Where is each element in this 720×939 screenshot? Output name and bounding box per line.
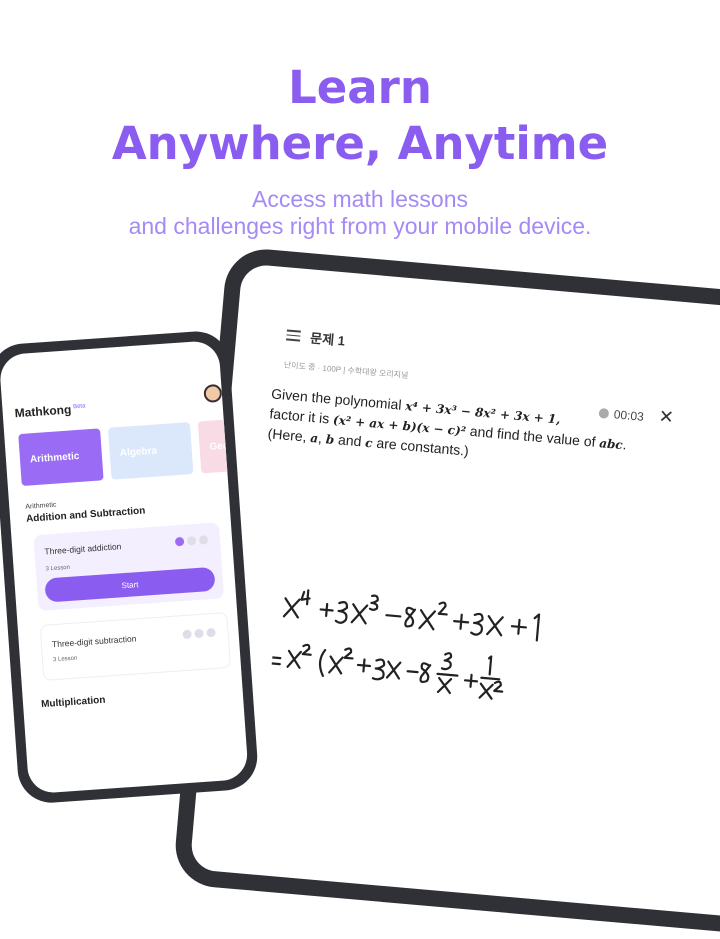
problem-text-5: (Here, (267, 425, 312, 445)
hero-title-line2: Anywhere, Anytime (111, 117, 609, 170)
beta-badge: Beta (72, 403, 86, 411)
progress-dot (206, 627, 216, 638)
problem-text-2: factor it is (268, 405, 334, 427)
problem-text-7: and (333, 431, 367, 450)
problem-header: 문제 1 (286, 325, 346, 349)
category-cards: Arithmetic Algebra Geo (18, 418, 242, 486)
start-button[interactable]: Start (44, 566, 216, 603)
problem-text-8: are constants.) (371, 434, 470, 459)
hero-subtitle: Access math lessons and challenges right… (0, 186, 720, 240)
close-icon[interactable]: ✕ (658, 406, 675, 428)
progress-dot (194, 628, 204, 639)
category-label: Geo (209, 439, 230, 453)
brand-name: Mathkong (14, 402, 72, 421)
lesson-count: 3 Lesson (45, 564, 71, 573)
category-label: Arithmetic (29, 450, 80, 465)
progress-dot (182, 629, 192, 640)
handwriting-sketch (269, 589, 541, 700)
lesson-title: Three-digit addiction (44, 541, 122, 557)
next-section-title: Multiplication (40, 694, 106, 711)
progress-dot (186, 535, 197, 546)
lesson-card[interactable]: Three-digit subtraction 3 Lesson (39, 611, 232, 681)
hero-title-line1: Learn (288, 61, 432, 114)
lesson-card[interactable]: Three-digit addiction 3 Lesson Start (33, 522, 225, 612)
avatar[interactable] (203, 383, 223, 404)
hero-subtitle-line1: Access math lessons (251, 186, 469, 212)
problem-text-4: . (622, 436, 628, 453)
lesson-count: 3 Lesson (52, 655, 78, 664)
progress-dot (198, 535, 209, 545)
problem-text-3: and find the value of (465, 422, 601, 451)
hero-subtitle-line2: and challenges right from your mobile de… (128, 213, 592, 239)
lesson-progress (174, 535, 209, 547)
app-brand: MathkongBeta (14, 401, 86, 420)
category-label: Algebra (119, 444, 158, 459)
phone-device: MathkongBeta Arithmetic Algebra Geo Arit… (0, 329, 260, 805)
menu-icon[interactable] (286, 329, 301, 342)
lesson-progress (182, 627, 216, 640)
abc-expression: abc (598, 436, 624, 453)
phone-screen: MathkongBeta Arithmetic Algebra Geo Arit… (0, 339, 249, 795)
section-category: Arithmetic (25, 501, 57, 511)
problem-text: Given the polynomial x⁴ + 3x³ − 8x² + 3x… (267, 384, 631, 475)
tablet-device: 문제 1 난이도 중 · 100P | 수학대왕 오리지널 00:03 ✕ Gi… (172, 246, 720, 939)
check-icon (174, 536, 185, 547)
tablet-screen: 문제 1 난이도 중 · 100P | 수학대왕 오리지널 00:03 ✕ Gi… (189, 263, 720, 923)
problem-title: 문제 1 (309, 330, 346, 349)
category-card-algebra[interactable]: Algebra (108, 422, 194, 480)
problem-meta: 난이도 중 · 100P | 수학대왕 오리지널 (283, 360, 409, 381)
category-card-arithmetic[interactable]: Arithmetic (18, 428, 104, 486)
lesson-title: Three-digit subtraction (51, 633, 137, 650)
hero-title: Learn Anywhere, Anytime (0, 60, 720, 172)
